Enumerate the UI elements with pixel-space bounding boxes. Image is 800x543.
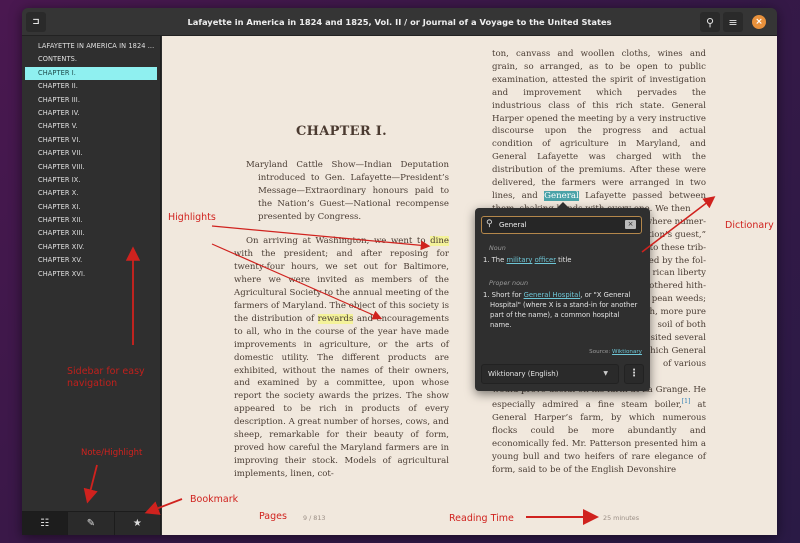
toc-item[interactable]: CHAPTER III. [22, 94, 160, 107]
left-column: CHAPTER I. Maryland Cattle Show—Indian D… [234, 124, 450, 481]
search-button[interactable]: ⚲ [700, 12, 720, 32]
dictionary-source: Source: Wiktionary [589, 349, 642, 355]
part-of-speech: Proper noun [489, 279, 529, 287]
toc-item[interactable]: CHAPTER IX. [22, 174, 160, 187]
toc-item[interactable]: CHAPTER X. [22, 187, 160, 200]
reading-time: 25 minutes [603, 514, 640, 522]
hamburger-menu-icon: ≡ [728, 15, 738, 29]
highlight[interactable]: rewards [317, 313, 354, 324]
toc-item[interactable]: CHAPTER II. [22, 80, 160, 93]
highlight[interactable]: dine [430, 236, 449, 247]
more-options-button[interactable]: ⋮ [624, 364, 644, 384]
clear-icon[interactable]: × [625, 220, 636, 229]
selected-word[interactable]: General [544, 190, 579, 201]
definition-link[interactable]: military [506, 256, 532, 264]
list-icon: ☷ [40, 518, 50, 529]
toc-item[interactable]: CHAPTER V. [22, 120, 160, 133]
chapter-title: CHAPTER I. [295, 124, 387, 139]
book-page[interactable]: CHAPTER I. Maryland Cattle Show—Indian D… [162, 36, 777, 535]
part-of-speech: Noun [489, 244, 506, 252]
toc-item[interactable]: LAFAYETTE IN AMERICA IN 1824 ... [22, 40, 160, 53]
definition: 1. Short for General Hospital, or "X Gen… [483, 291, 638, 329]
annotation-reading-time: Reading Time [449, 513, 514, 524]
dictionary-source-select[interactable]: Wiktionary (English) ▼ [481, 364, 619, 384]
paragraph: would prove useful on his farm at La Gra… [492, 384, 706, 475]
sidebar-tab-annotations[interactable]: ✎ [68, 512, 115, 535]
source-link[interactable]: Wiktionary [612, 349, 642, 355]
close-button[interactable]: × [752, 15, 766, 29]
toc-item[interactable]: CHAPTER XIII. [22, 227, 160, 240]
toc-item[interactable]: CHAPTER I. [25, 66, 157, 81]
toc-item[interactable]: CHAPTER IV. [22, 107, 160, 120]
star-icon: ★ [132, 518, 142, 529]
toc-item[interactable]: CHAPTER XVI. [22, 268, 160, 281]
annotation-pages: Pages [259, 511, 287, 522]
chapter-summary: Maryland Cattle Show—Indian Deputation i… [246, 159, 449, 222]
definition-link[interactable]: General Hospital [524, 291, 581, 299]
dictionary-popover: ⚲ × Noun 1. The military officer title P… [475, 202, 650, 391]
header-bar: ⊐ Lafayette in America in 1824 and 1825,… [22, 8, 777, 36]
toc-item[interactable]: CHAPTER VI. [22, 134, 160, 147]
sidebar-tab-bar: ☷ ✎ ★ [22, 511, 161, 535]
annotation-bookmark: Bookmark [190, 494, 239, 505]
close-icon: × [755, 17, 763, 27]
pencil-icon: ✎ [86, 518, 96, 529]
window-title: Lafayette in America in 1824 and 1825, V… [187, 17, 612, 27]
annotation-dictionary: Dictionary [725, 220, 774, 231]
sidebar-tab-bookmarks[interactable]: ★ [115, 512, 161, 535]
toc-item[interactable]: CHAPTER VIII. [22, 161, 160, 174]
toc-item[interactable]: CHAPTER XV. [22, 254, 160, 267]
search-icon: ⚲ [705, 15, 715, 29]
table-of-contents: LAFAYETTE IN AMERICA IN 1824 ... CONTENTS… [22, 36, 160, 281]
paragraph: On arriving at Washington, we went to di… [234, 236, 450, 479]
menu-button[interactable]: ≡ [723, 12, 743, 32]
dictionary-search-input[interactable] [499, 218, 619, 232]
sidebar-tab-contents[interactable]: ☷ [22, 512, 69, 535]
page-indicator: 9 / 813 [303, 514, 326, 522]
sidebar: LAFAYETTE IN AMERICA IN 1824 ... CONTENTS… [22, 36, 161, 535]
toc-item[interactable]: CHAPTER XII. [22, 214, 160, 227]
search-icon: ⚲ [486, 219, 493, 229]
definition-link[interactable]: officer [535, 256, 556, 264]
toc-item[interactable]: CHAPTER VII. [22, 147, 160, 160]
annotation-note-highlight: Note/Highlight [81, 448, 143, 458]
dictionary-search[interactable]: ⚲ × [481, 216, 642, 234]
annotation-highlights: Highlights [168, 212, 216, 223]
paragraph: ton, canvass and woollen cloths, wines a… [492, 49, 706, 214]
toc-item[interactable]: CONTENTS. [22, 53, 160, 66]
toc-item[interactable]: CHAPTER XI. [22, 201, 160, 214]
dropdown-caret-icon: ▼ [603, 370, 608, 377]
definition: 1. The military officer title [483, 256, 572, 264]
toc-item[interactable]: CHAPTER XIV. [22, 241, 160, 254]
annotation-sidebar: Sidebar for easy navigation [67, 366, 145, 389]
vertical-dots-icon: ⋮ [629, 368, 639, 379]
